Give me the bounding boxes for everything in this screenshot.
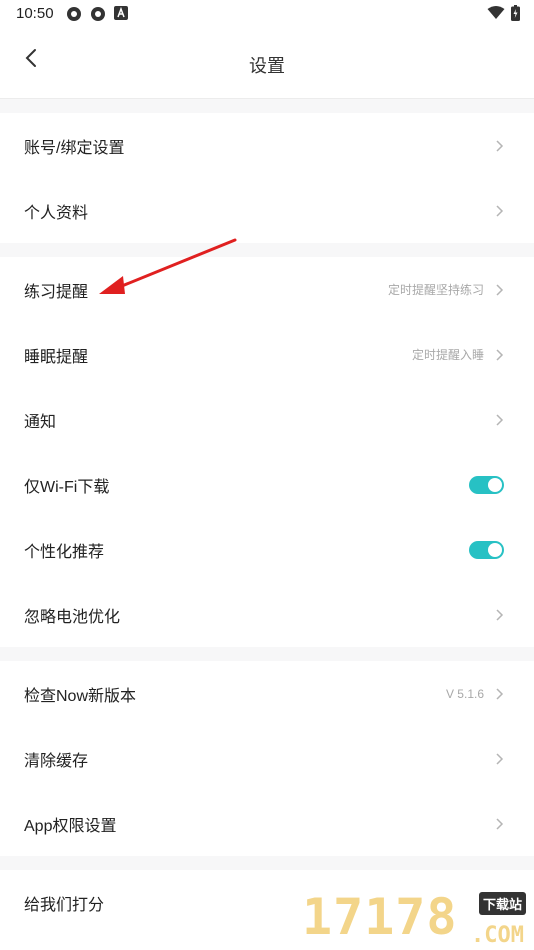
personalized-recommendation-toggle[interactable] (469, 540, 504, 559)
section-divider (0, 243, 534, 257)
chevron-right-icon (496, 687, 504, 700)
row-label: 练习提醒 (24, 283, 89, 301)
row-notifications[interactable]: 通知 (0, 387, 534, 452)
row-clear-cache[interactable]: 清除缓存 (0, 726, 534, 791)
chevron-right-icon (496, 752, 504, 765)
wifi-only-toggle[interactable] (469, 475, 504, 494)
app-a-icon (114, 6, 128, 20)
row-label: 忽略电池优化 (24, 608, 121, 626)
row-personalized-recommendation: 个性化推荐 (0, 517, 534, 582)
row-label: 睡眠提醒 (24, 348, 89, 366)
row-hint: 定时提醒坚持练习 (387, 283, 484, 297)
chevron-right-icon (496, 204, 504, 217)
row-account-binding[interactable]: 账号/绑定设置 (0, 113, 534, 178)
page-title: 设置 (249, 56, 285, 76)
row-label: 清除缓存 (24, 752, 89, 770)
row-sleep-reminder[interactable]: 睡眠提醒 定时提醒入睡 (0, 322, 534, 387)
row-label: 个人资料 (24, 204, 89, 222)
watermark-suffix: .COM (471, 923, 524, 948)
toggle-knob (488, 542, 502, 557)
row-app-permissions[interactable]: App权限设置 (0, 791, 534, 856)
row-label: 仅Wi-Fi下载 (24, 478, 110, 496)
settings-group-reminders: 练习提醒 定时提醒坚持练习 睡眠提醒 定时提醒入睡 通知 仅Wi-Fi下载 个性… (0, 257, 534, 647)
watermark-logo: 17178 下载站 .COM (302, 888, 530, 950)
row-label: App权限设置 (24, 817, 117, 835)
chevron-right-icon (496, 139, 504, 152)
row-check-update[interactable]: 检查Now新版本 V 5.1.6 (0, 661, 534, 726)
row-hint: 定时提醒入睡 (411, 348, 484, 362)
row-label: 检查Now新版本 (24, 687, 137, 705)
battery-icon (511, 5, 520, 21)
settings-group-app: 检查Now新版本 V 5.1.6 清除缓存 App权限设置 (0, 661, 534, 856)
settings-list: 账号/绑定设置 个人资料 练习提醒 定时提醒坚持练习 睡眠提醒 定时提醒入睡 通… (0, 99, 534, 935)
row-label: 个性化推荐 (24, 543, 105, 561)
row-wifi-only-download: 仅Wi-Fi下载 (0, 452, 534, 517)
row-practice-reminder[interactable]: 练习提醒 定时提醒坚持练习 (0, 257, 534, 322)
version-label: V 5.1.6 (445, 686, 484, 701)
chevron-right-icon (496, 413, 504, 426)
row-profile[interactable]: 个人资料 (0, 178, 534, 243)
status-bar: 10:50 (0, 0, 534, 28)
app-header: 设置 (0, 28, 534, 99)
row-ignore-battery-optimization[interactable]: 忽略电池优化 (0, 582, 534, 647)
watermark-number: 17178 (302, 888, 458, 946)
watermark-tag: 下载站 (478, 892, 526, 915)
chevron-right-icon (496, 817, 504, 830)
section-divider (0, 647, 534, 661)
row-label: 账号/绑定设置 (24, 139, 125, 157)
wifi-icon (487, 6, 505, 19)
status-time: 10:50 (16, 5, 54, 22)
section-divider (0, 856, 534, 870)
chevron-right-icon (496, 608, 504, 621)
aperture-icon (91, 7, 105, 21)
chevron-right-icon (496, 348, 504, 361)
aperture-icon (67, 7, 81, 21)
section-divider (0, 99, 534, 113)
row-label: 通知 (24, 413, 57, 431)
chevron-right-icon (496, 283, 504, 296)
settings-group-account: 账号/绑定设置 个人资料 (0, 113, 534, 243)
toggle-knob (488, 477, 502, 492)
